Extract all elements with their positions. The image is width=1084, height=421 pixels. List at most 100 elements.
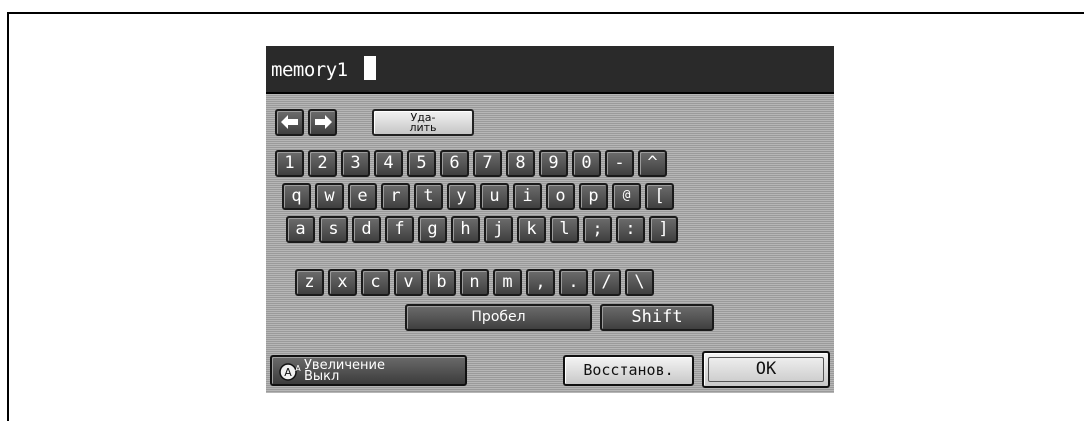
key-label: j: [493, 219, 504, 239]
shift-label: Shift: [631, 307, 683, 327]
reset-label: Восстанов.: [583, 361, 674, 379]
key-u[interactable]: u: [480, 183, 509, 210]
key-label: i: [522, 186, 533, 206]
key-1[interactable]: 1: [275, 150, 304, 177]
key-period[interactable]: .: [559, 269, 588, 296]
key-d[interactable]: d: [352, 216, 381, 243]
key-s[interactable]: s: [319, 216, 348, 243]
key-semicolon[interactable]: ;: [583, 216, 612, 243]
key-label: e: [357, 186, 368, 206]
zoom-toggle-button[interactable]: A A Увеличение Выкл: [270, 355, 467, 386]
key-f[interactable]: f: [385, 216, 414, 243]
key-i[interactable]: i: [513, 183, 542, 210]
key-label: m: [502, 272, 513, 292]
key-label: 6: [449, 153, 460, 173]
key-label: g: [427, 219, 438, 239]
svg-text:A: A: [295, 364, 301, 373]
key-o[interactable]: o: [546, 183, 575, 210]
key-r[interactable]: r: [381, 183, 410, 210]
key-9[interactable]: 9: [539, 150, 568, 177]
key-label: p: [588, 186, 599, 206]
key-label: q: [291, 186, 302, 206]
key-label: w: [324, 186, 335, 206]
key-m[interactable]: m: [493, 269, 522, 296]
key-left-bracket[interactable]: [: [645, 183, 674, 210]
key-0[interactable]: 0: [572, 150, 601, 177]
cursor-right-button[interactable]: [308, 109, 337, 136]
key-8[interactable]: 8: [506, 150, 535, 177]
key-backslash[interactable]: \: [625, 269, 654, 296]
key-w[interactable]: w: [315, 183, 344, 210]
key-label: ^: [647, 153, 658, 173]
key-label: 2: [317, 153, 328, 173]
key-minus[interactable]: -: [605, 150, 634, 177]
key-label: 4: [383, 153, 394, 173]
key-label: 3: [350, 153, 361, 173]
key-label: c: [370, 272, 381, 292]
key-label: s: [328, 219, 339, 239]
key-label: 8: [515, 153, 526, 173]
key-caret[interactable]: ^: [638, 150, 667, 177]
page-frame-left: [7, 12, 9, 421]
text-cursor: [364, 56, 376, 80]
key-p[interactable]: p: [579, 183, 608, 210]
key-label: n: [469, 272, 480, 292]
zoom-label: Увеличение Выкл: [304, 359, 385, 383]
key-label: 0: [581, 153, 592, 173]
space-button[interactable]: Пробел: [405, 304, 592, 331]
key-j[interactable]: j: [484, 216, 513, 243]
key-t[interactable]: t: [414, 183, 443, 210]
key-2[interactable]: 2: [308, 150, 337, 177]
key-e[interactable]: e: [348, 183, 377, 210]
reset-button[interactable]: Восстанов.: [563, 355, 694, 386]
input-value: memory1: [271, 59, 348, 81]
key-c[interactable]: c: [361, 269, 390, 296]
key-label: :: [625, 219, 636, 239]
delete-label-line2: лить: [409, 121, 437, 134]
key-label: r: [390, 186, 401, 206]
arrow-right-icon: [314, 115, 332, 129]
key-g[interactable]: g: [418, 216, 447, 243]
key-n[interactable]: n: [460, 269, 489, 296]
key-3[interactable]: 3: [341, 150, 370, 177]
cursor-left-button[interactable]: [275, 109, 304, 136]
key-right-bracket[interactable]: ]: [649, 216, 678, 243]
key-label: 5: [416, 153, 427, 173]
key-at[interactable]: @: [612, 183, 641, 210]
key-slash[interactable]: /: [592, 269, 621, 296]
svg-text:A: A: [284, 366, 292, 379]
key-label: b: [436, 272, 447, 292]
key-x[interactable]: x: [328, 269, 357, 296]
key-colon[interactable]: :: [616, 216, 645, 243]
key-h[interactable]: h: [451, 216, 480, 243]
key-k[interactable]: k: [517, 216, 546, 243]
key-label: y: [456, 186, 467, 206]
key-y[interactable]: y: [447, 183, 476, 210]
key-6[interactable]: 6: [440, 150, 469, 177]
key-label: u: [489, 186, 500, 206]
delete-button[interactable]: Уда- лить: [372, 109, 474, 136]
key-4[interactable]: 4: [374, 150, 403, 177]
key-label: 7: [482, 153, 493, 173]
zoom-icon: A A: [279, 363, 301, 381]
key-a[interactable]: a: [286, 216, 315, 243]
key-label: .: [568, 272, 579, 292]
key-comma[interactable]: ,: [526, 269, 555, 296]
key-b[interactable]: b: [427, 269, 456, 296]
ok-button[interactable]: OK: [702, 351, 830, 388]
shift-button[interactable]: Shift: [600, 304, 714, 331]
key-q[interactable]: q: [282, 183, 311, 210]
arrow-left-icon: [280, 115, 298, 129]
key-5[interactable]: 5: [407, 150, 436, 177]
key-label: t: [423, 186, 434, 206]
key-label: 1: [284, 153, 295, 173]
space-label: Пробел: [471, 309, 526, 325]
key-label: ]: [658, 219, 669, 239]
key-v[interactable]: v: [394, 269, 423, 296]
key-l[interactable]: l: [550, 216, 579, 243]
key-7[interactable]: 7: [473, 150, 502, 177]
key-z[interactable]: z: [295, 269, 324, 296]
text-input-bar[interactable]: memory1: [266, 46, 834, 94]
key-label: [: [654, 186, 665, 206]
key-label: x: [337, 272, 348, 292]
